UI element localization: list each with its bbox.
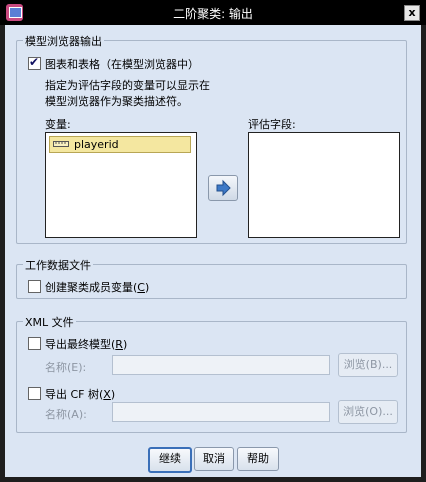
cf-tree-name-input[interactable] — [112, 402, 330, 422]
eval-fields-label: 评估字段: — [248, 118, 296, 131]
model-viewer-output-group: 模型浏览器输出 图表和表格（在模型浏览器中） 指定为评估字段的变量可以显示在 模… — [16, 33, 407, 244]
browse-cf-tree-button[interactable]: 浏览(O)... — [338, 400, 398, 424]
variables-label: 变量: — [45, 118, 71, 131]
dialog-body: 模型浏览器输出 图表和表格（在模型浏览器中） 指定为评估字段的变量可以显示在 模… — [5, 25, 421, 477]
model-name-label: 名称(E): — [45, 361, 87, 374]
continue-button[interactable]: 继续 — [148, 447, 192, 473]
hint-text-line1: 指定为评估字段的变量可以显示在 — [45, 79, 210, 92]
cf-tree-name-label: 名称(A): — [45, 408, 87, 421]
help-button[interactable]: 帮助 — [237, 447, 279, 471]
xml-files-group: XML 文件 导出最终模型(R) 名称(E): 浏览(B)... 导出 CF 树… — [16, 314, 407, 433]
window-title: 二阶聚类: 输出 — [173, 7, 253, 21]
export-final-model-checkbox[interactable] — [28, 337, 41, 350]
create-cluster-var-checkbox[interactable] — [28, 280, 41, 293]
variable-name: playerid — [74, 138, 119, 151]
variables-listbox[interactable]: playerid — [45, 132, 197, 238]
scale-variable-icon — [53, 141, 69, 147]
hint-text-line2: 模型浏览器作为聚类描述符。 — [45, 95, 188, 108]
model-viewer-output-legend: 模型浏览器输出 — [23, 33, 104, 49]
list-item[interactable]: playerid — [49, 136, 191, 153]
working-data-file-legend: 工作数据文件 — [23, 257, 93, 273]
browse-model-button[interactable]: 浏览(B)... — [338, 353, 398, 377]
model-name-input[interactable] — [112, 355, 330, 375]
charts-tables-checkbox[interactable] — [28, 55, 41, 70]
export-cf-tree-label[interactable]: 导出 CF 树(X) — [45, 386, 115, 402]
create-cluster-var-label[interactable]: 创建聚类成员变量(C) — [45, 279, 149, 295]
cancel-button[interactable]: 取消 — [194, 447, 234, 471]
eval-fields-listbox[interactable] — [248, 132, 400, 238]
export-final-model-label[interactable]: 导出最终模型(R) — [45, 336, 127, 352]
close-button[interactable]: x — [404, 5, 420, 21]
title-bar: 二阶聚类: 输出 x — [0, 0, 426, 25]
move-right-button[interactable] — [208, 175, 238, 201]
working-data-file-group: 工作数据文件 创建聚类成员变量(C) — [16, 257, 407, 299]
charts-tables-label[interactable]: 图表和表格（在模型浏览器中） — [45, 56, 199, 72]
export-cf-tree-checkbox[interactable] — [28, 387, 41, 400]
arrow-right-icon — [216, 179, 231, 197]
xml-files-legend: XML 文件 — [23, 314, 76, 330]
